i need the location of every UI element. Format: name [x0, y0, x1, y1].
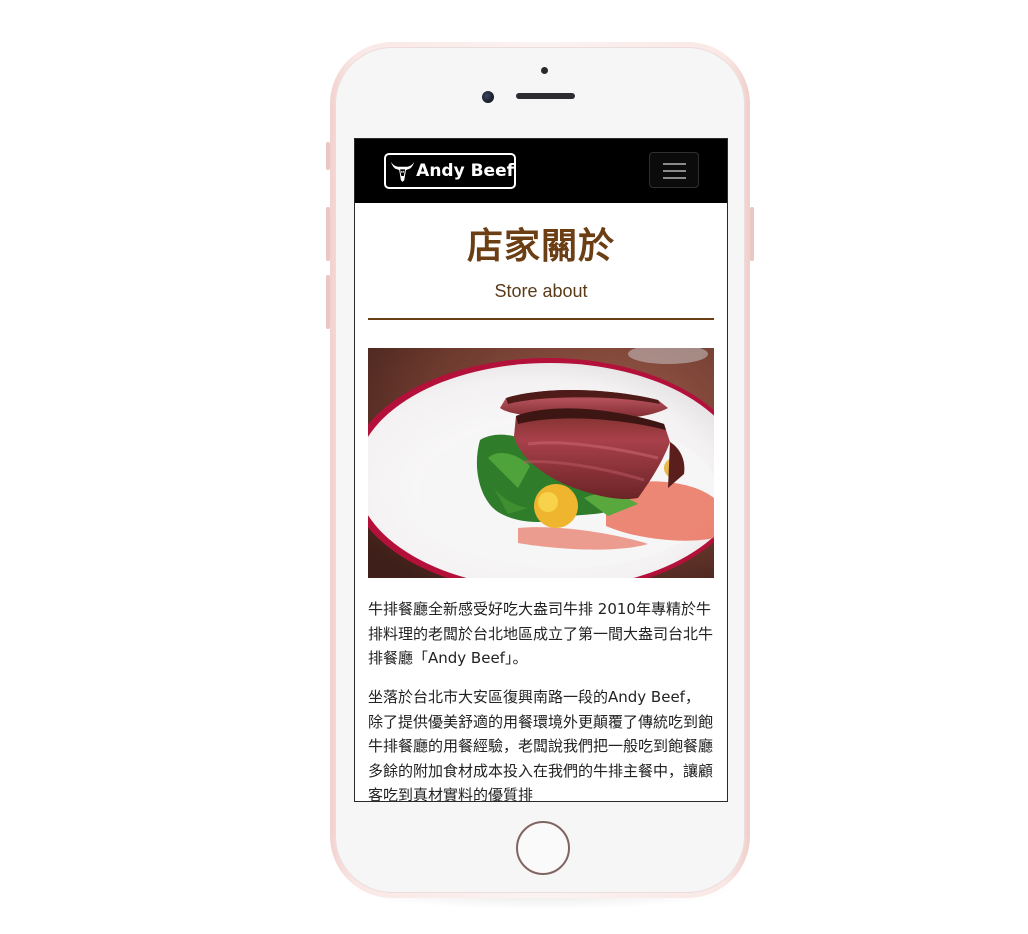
- home-button[interactable]: [516, 821, 570, 875]
- hamburger-menu-button[interactable]: [649, 152, 699, 188]
- phone-screen: Andy Beef 店家關於 Store about 牛排餐廳全新感受好吃大盎司…: [354, 138, 728, 802]
- brand-name: Andy Beef: [416, 161, 514, 181]
- hamburger-menu-icon: [663, 170, 686, 172]
- hamburger-menu-icon: [663, 177, 686, 179]
- hamburger-menu-icon: [663, 163, 686, 165]
- brand-logo-link[interactable]: Andy Beef: [384, 153, 516, 189]
- steak-photo-illustration: [368, 348, 714, 578]
- bull-head-icon: [390, 161, 415, 182]
- page-title: 店家關於: [466, 226, 615, 267]
- title-divider: [368, 318, 714, 320]
- earpiece-speaker: [516, 93, 575, 99]
- front-camera-icon: [482, 91, 494, 103]
- page-subtitle: Store about: [494, 281, 588, 301]
- mockup-stage: Andy Beef 店家關於 Store about 牛排餐廳全新感受好吃大盎司…: [0, 0, 1028, 934]
- silent-switch[interactable]: [326, 142, 330, 170]
- intro-paragraph: 牛排餐廳全新感受好吃大盎司牛排 2010年專精於牛排料理的老闆於台北地區成立了第…: [368, 600, 714, 667]
- volume-down-button[interactable]: [326, 275, 330, 329]
- location-paragraph: 坐落於台北市大安區復興南路一段的Andy Beef，除了提供優美舒適的用餐環境外…: [368, 688, 714, 802]
- volume-up-button[interactable]: [326, 207, 330, 261]
- steak-photo: [368, 348, 714, 578]
- proximity-sensor: [541, 67, 548, 74]
- power-button[interactable]: [750, 207, 754, 261]
- navbar: Andy Beef: [355, 139, 727, 203]
